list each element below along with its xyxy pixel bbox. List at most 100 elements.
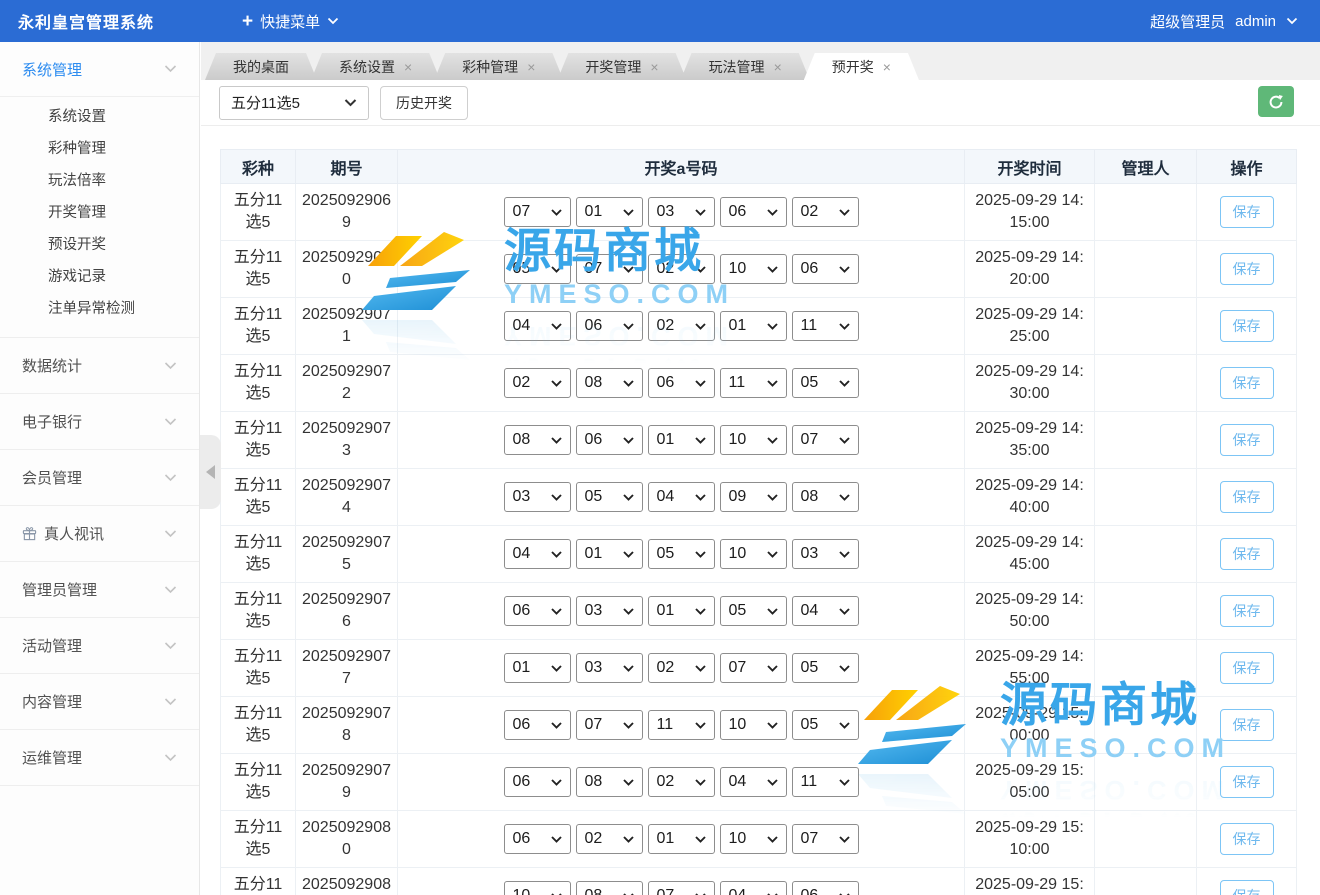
sidebar-item[interactable]: 游戏记录 (0, 261, 199, 293)
number-select[interactable]: 10 (720, 539, 787, 569)
number-select[interactable]: 11 (720, 368, 787, 398)
number-select[interactable]: 07 (792, 425, 859, 455)
tab[interactable]: 玩法管理 × (681, 53, 810, 80)
number-select[interactable]: 02 (648, 311, 715, 341)
number-select[interactable]: 01 (576, 197, 643, 227)
number-select[interactable]: 07 (720, 653, 787, 683)
quick-menu-button[interactable]: + 快捷菜单 (242, 11, 339, 32)
number-select[interactable]: 07 (504, 197, 571, 227)
number-select[interactable]: 02 (504, 368, 571, 398)
number-select[interactable]: 07 (648, 881, 715, 895)
sidebar-item[interactable]: 注单异常检测 (0, 293, 199, 325)
number-select[interactable]: 02 (648, 767, 715, 797)
number-select[interactable]: 10 (720, 824, 787, 854)
number-select[interactable]: 04 (720, 767, 787, 797)
number-select[interactable]: 08 (576, 368, 643, 398)
number-select[interactable]: 04 (504, 539, 571, 569)
number-select[interactable]: 10 (504, 881, 571, 895)
number-select[interactable]: 06 (504, 596, 571, 626)
number-select[interactable]: 05 (792, 710, 859, 740)
save-button[interactable]: 保存 (1220, 424, 1274, 456)
close-icon[interactable]: × (404, 60, 412, 74)
number-select[interactable]: 05 (792, 368, 859, 398)
save-button[interactable]: 保存 (1220, 367, 1274, 399)
save-button[interactable]: 保存 (1220, 196, 1274, 228)
save-button[interactable]: 保存 (1220, 253, 1274, 285)
number-select[interactable]: 01 (648, 596, 715, 626)
number-select[interactable]: 05 (792, 653, 859, 683)
number-select[interactable]: 01 (648, 425, 715, 455)
save-button[interactable]: 保存 (1220, 595, 1274, 627)
save-button[interactable]: 保存 (1220, 652, 1274, 684)
sidebar-section-header[interactable]: 管理员管理 (0, 562, 199, 617)
number-select[interactable]: 08 (792, 482, 859, 512)
save-button[interactable]: 保存 (1220, 538, 1274, 570)
sidebar-section-header[interactable]: 系统管理 (0, 42, 199, 97)
number-select[interactable]: 06 (792, 881, 859, 895)
number-select[interactable]: 07 (576, 710, 643, 740)
close-icon[interactable]: × (774, 60, 782, 74)
tab[interactable]: 我的桌面 (205, 53, 317, 80)
number-select[interactable]: 01 (504, 653, 571, 683)
sidebar-item[interactable]: 玩法倍率 (0, 165, 199, 197)
close-icon[interactable]: × (650, 60, 658, 74)
save-button[interactable]: 保存 (1220, 880, 1274, 895)
number-select[interactable]: 10 (720, 425, 787, 455)
number-select[interactable]: 06 (720, 197, 787, 227)
tab[interactable]: 预开奖 × (804, 53, 919, 80)
number-select[interactable]: 06 (504, 767, 571, 797)
number-select[interactable]: 02 (792, 197, 859, 227)
lottery-type-select[interactable]: 五分11选5 (219, 86, 369, 120)
history-draws-button[interactable]: 历史开奖 (380, 86, 468, 120)
number-select[interactable]: 08 (576, 881, 643, 895)
sidebar-section-header[interactable]: 电子银行 (0, 394, 199, 449)
sidebar-item[interactable]: 彩种管理 (0, 133, 199, 165)
number-select[interactable]: 10 (720, 254, 787, 284)
user-menu[interactable]: admin (1235, 13, 1276, 30)
number-select[interactable]: 04 (792, 596, 859, 626)
number-select[interactable]: 07 (792, 824, 859, 854)
sidebar-section-header[interactable]: 内容管理 (0, 674, 199, 729)
save-button[interactable]: 保存 (1220, 766, 1274, 798)
number-select[interactable]: 06 (576, 425, 643, 455)
sidebar-item[interactable]: 系统设置 (0, 101, 199, 133)
save-button[interactable]: 保存 (1220, 481, 1274, 513)
save-button[interactable]: 保存 (1220, 823, 1274, 855)
tab[interactable]: 彩种管理 × (434, 53, 563, 80)
sidebar-section-header[interactable]: 真人视讯 (0, 506, 199, 561)
save-button[interactable]: 保存 (1220, 709, 1274, 741)
number-select[interactable]: 05 (720, 596, 787, 626)
number-select[interactable]: 02 (576, 824, 643, 854)
sidebar-section-header[interactable]: 数据统计 (0, 338, 199, 393)
number-select[interactable]: 01 (576, 539, 643, 569)
number-select[interactable]: 03 (576, 596, 643, 626)
number-select[interactable]: 03 (504, 482, 571, 512)
number-select[interactable]: 04 (648, 482, 715, 512)
number-select[interactable]: 01 (648, 824, 715, 854)
number-select[interactable]: 07 (576, 254, 643, 284)
sidebar-item[interactable]: 开奖管理 (0, 197, 199, 229)
close-icon[interactable]: × (527, 60, 535, 74)
sidebar-collapse-handle[interactable] (200, 435, 221, 509)
tab[interactable]: 开奖管理 × (557, 53, 686, 80)
number-select[interactable]: 06 (504, 710, 571, 740)
chevron-down-icon[interactable] (1286, 17, 1298, 25)
number-select[interactable]: 04 (504, 311, 571, 341)
number-select[interactable]: 06 (504, 824, 571, 854)
number-select[interactable]: 11 (648, 710, 715, 740)
number-select[interactable]: 01 (720, 311, 787, 341)
number-select[interactable]: 03 (576, 653, 643, 683)
number-select[interactable]: 06 (576, 311, 643, 341)
number-select[interactable]: 02 (648, 653, 715, 683)
close-icon[interactable]: × (883, 60, 891, 74)
tab[interactable]: 系统设置 × (311, 53, 440, 80)
number-select[interactable]: 02 (648, 254, 715, 284)
sidebar-section-header[interactable]: 活动管理 (0, 618, 199, 673)
number-select[interactable]: 09 (720, 482, 787, 512)
number-select[interactable]: 06 (648, 368, 715, 398)
number-select[interactable]: 05 (576, 482, 643, 512)
number-select[interactable]: 03 (648, 197, 715, 227)
save-button[interactable]: 保存 (1220, 310, 1274, 342)
number-select[interactable]: 11 (792, 767, 859, 797)
number-select[interactable]: 10 (720, 710, 787, 740)
